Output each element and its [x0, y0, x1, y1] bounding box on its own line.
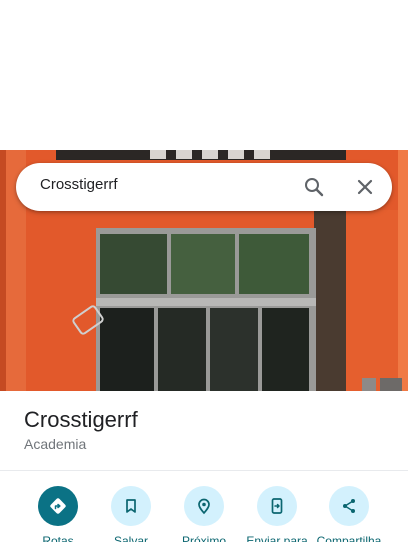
window-transom [96, 298, 316, 306]
directions-icon [38, 486, 78, 526]
place-category: Academia [24, 436, 87, 452]
search-input[interactable]: Crosstigerrf [40, 176, 118, 193]
electrical-box [362, 378, 376, 391]
map-blank-area [0, 0, 408, 150]
send-to-phone-icon [257, 486, 297, 526]
action-label: Rotas [42, 534, 74, 542]
place-title: Crosstigerrf [24, 407, 138, 432]
window-pane [262, 308, 309, 391]
action-label: Próximo [181, 534, 226, 542]
facade-post [398, 150, 408, 391]
share-icon [329, 486, 369, 526]
window-pane [239, 234, 309, 294]
search-bar[interactable]: Crosstigerrf [16, 163, 392, 211]
nearby-icon [184, 486, 224, 526]
action-label: Compartilha [316, 534, 382, 542]
window-pane [100, 234, 167, 294]
close-icon[interactable] [353, 175, 377, 199]
storefront-window [96, 228, 316, 391]
window-pane [158, 308, 206, 391]
action-label: Salvar [113, 534, 148, 542]
window-pane [171, 234, 235, 294]
divider [0, 470, 408, 471]
window-pane [210, 308, 258, 391]
search-icon[interactable] [302, 175, 326, 199]
window-pane [100, 308, 154, 391]
sign-letters [150, 150, 270, 160]
action-bar: Rotas Salvar Próximo Enviar para Compart… [0, 486, 408, 542]
bookmark-icon [111, 486, 151, 526]
electrical-box [380, 378, 402, 391]
